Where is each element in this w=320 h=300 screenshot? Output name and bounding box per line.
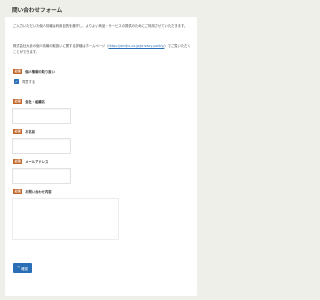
required-badge: 必須 xyxy=(13,159,23,164)
name-input[interactable] xyxy=(12,138,71,154)
company-field-label: 会社・組織名 xyxy=(25,100,45,104)
page-title: 問い合わせフォーム xyxy=(12,8,63,14)
arrow-right-icon: → xyxy=(16,265,20,270)
required-badge: 必須 xyxy=(13,99,23,104)
privacy-policy-text: 株式会社大倉の個人情報の取扱いに関する詳細はホームページ（https://ami… xyxy=(13,44,191,56)
confirm-button[interactable]: → 確認 xyxy=(13,263,32,273)
name-field-header: 必須 お名前 xyxy=(13,129,35,134)
privacy-consent-checkbox[interactable]: ✓ xyxy=(14,79,19,84)
privacy-policy-prefix: 株式会社大倉の個人情報の取扱いに関する詳細はホームページ（ xyxy=(13,44,109,48)
checkmark-icon: ✓ xyxy=(14,79,19,84)
required-badge: 必須 xyxy=(13,189,23,194)
inquiry-field-label: お問い合わせ内容 xyxy=(25,190,52,194)
name-field-label: お名前 xyxy=(25,130,36,134)
required-badge: 必須 xyxy=(13,69,23,74)
email-input[interactable] xyxy=(12,168,71,184)
resize-handle-icon[interactable]: ⋰ xyxy=(114,235,117,238)
email-field-label: メールアドレス xyxy=(25,160,49,164)
privacy-consent-label[interactable]: 同意する xyxy=(22,79,35,84)
email-field-header: 必須 メールアドレス xyxy=(13,159,48,164)
inquiry-field-header: 必須 お問い合わせ内容 xyxy=(13,189,52,194)
form-card: ご入力いただいた個人情報は利用目的を厳守し、よりよい商品・サービスの提供のために… xyxy=(5,17,197,296)
required-badge: 必須 xyxy=(13,129,23,134)
confirm-button-label: 確認 xyxy=(21,266,29,271)
privacy-field-label: 個人情報の取り扱い xyxy=(25,70,55,74)
company-input[interactable] xyxy=(12,108,71,124)
company-field-header: 必須 会社・組織名 xyxy=(13,99,45,104)
intro-text: ご入力いただいた個人情報は利用目的を厳守し、よりよい商品・サービスの提供のために… xyxy=(13,24,188,28)
inquiry-textarea[interactable]: ⋰ xyxy=(12,198,119,240)
privacy-field-header: 必須 個人情報の取り扱い xyxy=(13,69,55,74)
privacy-policy-link[interactable]: https://amijiu.co.jp/privacy-policy/ xyxy=(108,44,164,48)
privacy-consent-row[interactable]: ✓ 同意する xyxy=(14,79,35,84)
